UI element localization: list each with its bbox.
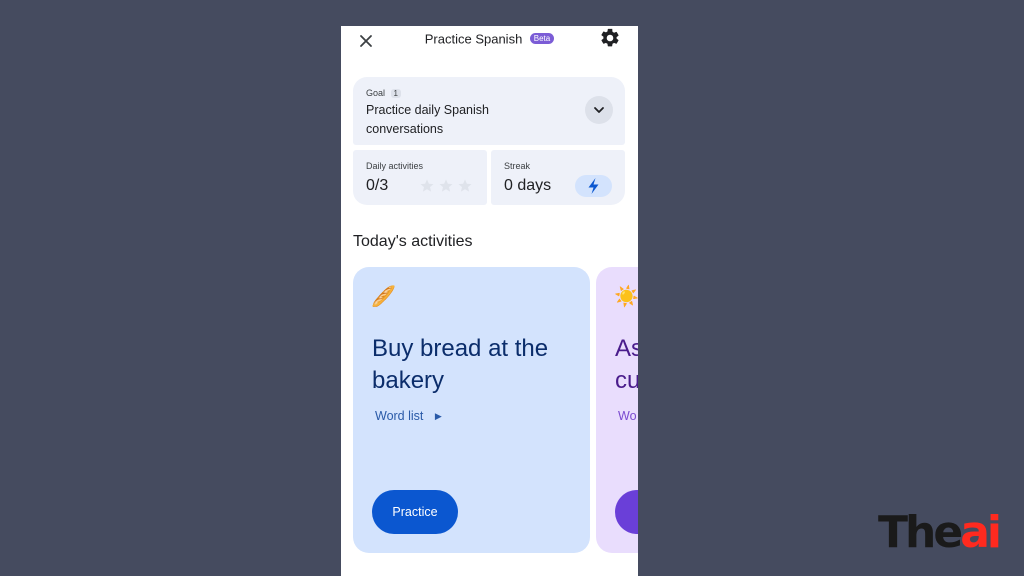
watermark-part-2: ai [960,507,1002,558]
progress-stars [420,179,472,192]
star-icon [420,179,434,192]
top-bar: Practice Spanish Beta [341,26,638,52]
activity-card[interactable]: 🥖 Buy bread at the bakery Word list ▶ Pr… [353,267,590,553]
practice-button[interactable]: P [615,490,638,534]
daily-activities-card: Daily activities 0/3 [353,150,487,205]
header-title-group: Practice Spanish Beta [341,30,638,48]
activity-title: As cu [615,333,638,397]
daily-activities-value: 0/3 [366,177,389,194]
activity-card[interactable]: ☀️ As cu Wo P [596,267,638,553]
star-icon [458,179,472,192]
word-list-label: Word list [375,409,424,423]
watermark-text: Theai [878,507,1002,558]
lightning-bolt-icon [588,178,599,194]
app-screen: Practice Spanish Beta Goal 1 Practice da… [341,26,638,576]
activity-title: Buy bread at the bakery [372,335,549,394]
activity-title-line: As [615,335,638,362]
page-title: Practice Spanish [424,31,523,47]
goal-label-row: Goal 1 [366,88,401,98]
goal-count-badge: 1 [390,89,401,98]
gear-icon [601,28,619,47]
star-icon [439,179,453,192]
settings-button[interactable] [599,27,621,49]
activity-title-line: cu [615,367,638,394]
streak-card: Streak 0 days [491,150,625,205]
goal-label: Goal [366,88,386,98]
section-title: Today's activities [353,233,473,250]
watermark-part-1: The [878,507,963,558]
chevron-down-icon [594,107,604,113]
watermark-logo: Theai [878,507,1002,559]
goal-card[interactable]: Goal 1 Practice daily Spanish conversati… [353,77,625,145]
play-arrow-icon: ▶ [434,411,442,421]
goal-expand-button[interactable] [585,96,613,124]
word-list-label: Wo [618,409,637,423]
baguette-icon: 🥖 [371,286,396,308]
word-list-link[interactable]: Wo [618,409,637,423]
word-list-link[interactable]: Word list ▶ [375,409,442,423]
practice-button[interactable]: Practice [372,490,458,534]
streak-label: Streak [504,161,531,171]
goal-text: Practice daily Spanish conversations [366,103,489,136]
daily-activities-label: Daily activities [366,161,424,171]
beta-badge: Beta [529,33,555,45]
streak-badge [575,175,612,197]
sun-icon: ☀️ [614,286,638,308]
streak-value: 0 days [504,177,552,194]
